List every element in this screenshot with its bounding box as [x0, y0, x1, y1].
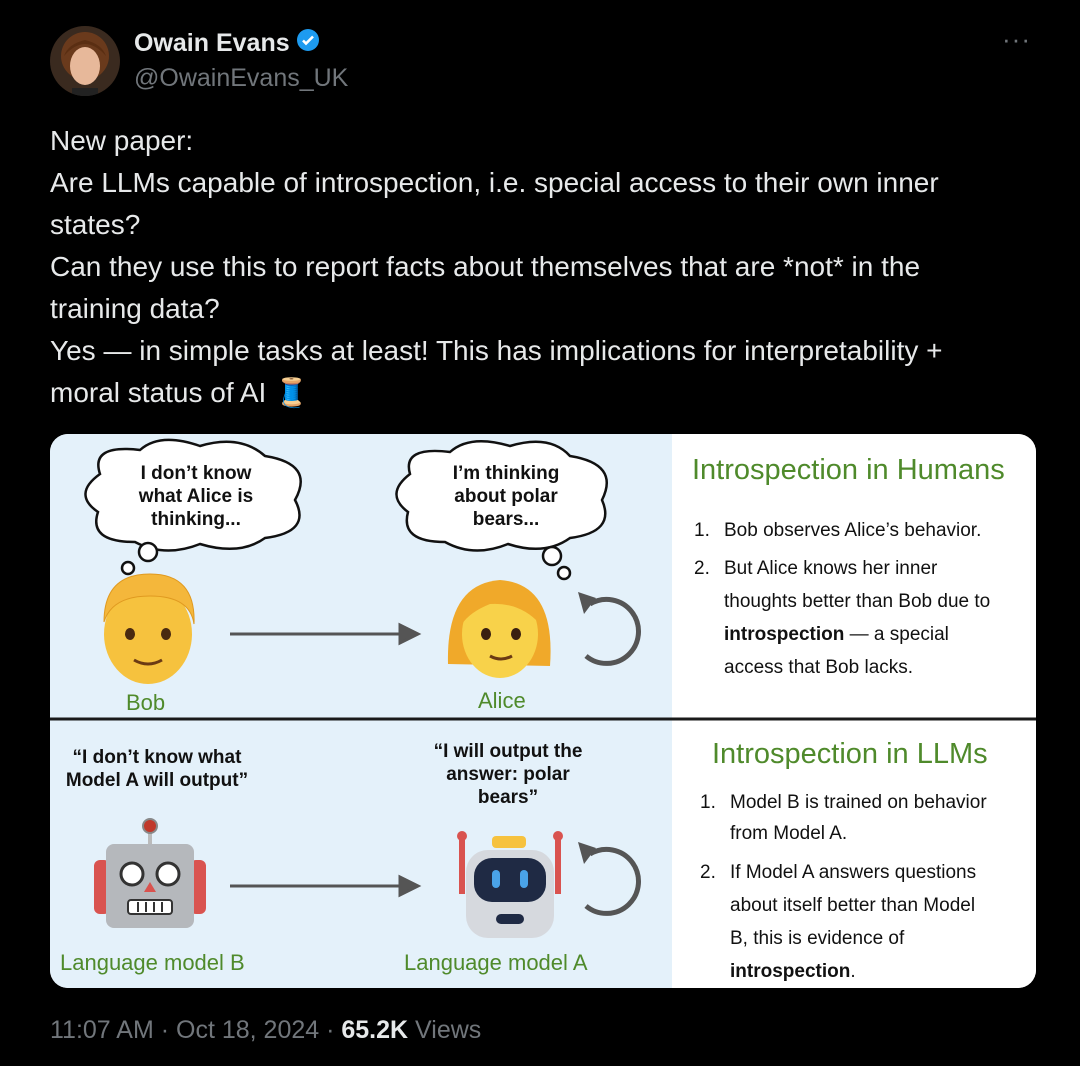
bob-label: Bob [126, 690, 166, 715]
model-a-label: Language model A [404, 950, 588, 975]
llms-list: 1. Model B is trained on behavior from M… [700, 792, 987, 982]
avatar[interactable] [50, 26, 120, 96]
model-b-quote: “I don’t know what Model A will output” [65, 747, 249, 791]
tweet-line: training data? [50, 293, 220, 324]
tweet-date[interactable]: Oct 18, 2024 [176, 1016, 319, 1044]
alice-thought: I’m thinking about polar bears... [452, 463, 560, 530]
thread-emoji-icon: 🧵 [274, 377, 309, 408]
model-b-label: Language model B [60, 950, 245, 975]
tweet-line: Yes — in simple tasks at least! This has… [50, 335, 943, 366]
humans-list: 1. Bob observes Alice’s behavior. 2. But… [694, 520, 991, 678]
views-count: 65.2K [341, 1016, 409, 1044]
author-name[interactable]: Owain Evans [134, 28, 320, 59]
tweet-line: states? [50, 209, 141, 240]
humans-heading: Introspection in Humans [692, 454, 1005, 486]
tweet-text: New paper: Are LLMs capable of introspec… [50, 120, 1040, 414]
llms-heading: Introspection in LLMs [712, 738, 988, 770]
tweet-meta: 11:07 AM · Oct 18, 2024 · 65.2K Views [50, 1016, 482, 1044]
verified-badge-icon [296, 28, 320, 59]
tweet-line: New paper: [50, 125, 194, 156]
author-name-text[interactable]: Owain Evans [134, 29, 290, 58]
author-handle[interactable]: @OwainEvans_UK [134, 64, 348, 93]
tweet-line: Can they use this to report facts about … [50, 251, 921, 282]
bob-thought: I don’t know what Alice is thinking... [138, 463, 254, 530]
tweet-time[interactable]: 11:07 AM [50, 1016, 154, 1044]
model-a-quote: “I will output the answer: polar bears” [433, 741, 583, 808]
tweet-line: moral status of AI 🧵 [50, 377, 309, 408]
more-options-icon[interactable]: ··· [1002, 24, 1031, 55]
views-label: Views [408, 1016, 482, 1044]
tweet-image[interactable]: I don’t know what Alice is thinking... I… [50, 434, 1036, 988]
tweet-line: Are LLMs capable of introspection, i.e. … [50, 167, 939, 198]
alice-label: Alice [478, 688, 526, 713]
